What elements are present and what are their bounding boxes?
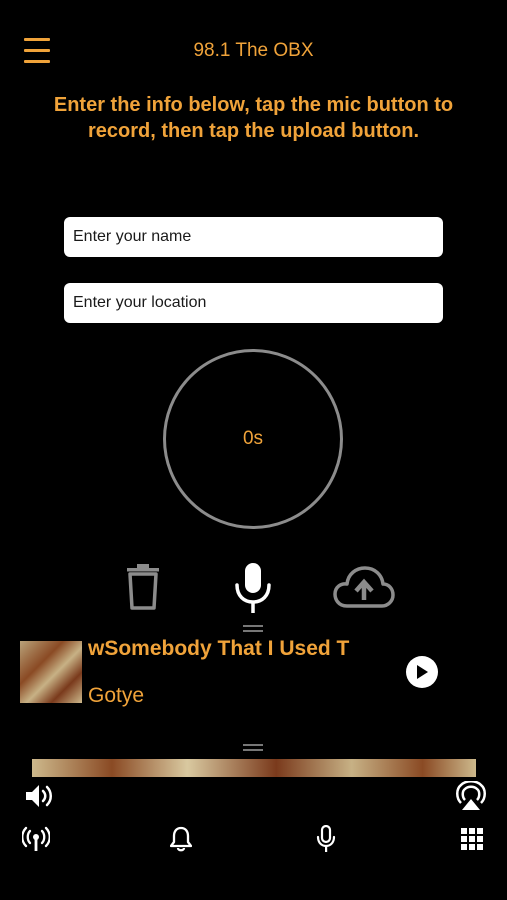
artwork-banner xyxy=(32,759,476,777)
instructions-text: Enter the info below, tap the mic button… xyxy=(53,94,454,142)
drag-handle[interactable] xyxy=(243,625,263,635)
song-title: wSomebody That I Used T xyxy=(88,637,350,660)
record-timer-circle: 0s xyxy=(163,349,343,529)
microphone-icon[interactable] xyxy=(234,563,272,613)
drag-handle[interactable] xyxy=(243,744,263,754)
bell-icon[interactable] xyxy=(170,826,192,852)
page-title: 98.1 The OBX xyxy=(193,40,314,61)
album-art xyxy=(20,641,82,703)
grid-icon[interactable] xyxy=(461,828,483,850)
cloud-upload-icon[interactable] xyxy=(333,566,395,608)
trash-icon[interactable] xyxy=(125,564,161,610)
radio-icon[interactable] xyxy=(22,825,50,853)
microphone-tab-icon[interactable] xyxy=(316,825,336,853)
play-icon[interactable] xyxy=(406,656,438,688)
artist-name: Gotye xyxy=(88,684,145,707)
timer-label: 0s xyxy=(242,428,264,449)
name-input[interactable] xyxy=(64,217,443,257)
location-input[interactable] xyxy=(64,283,443,323)
airplay-icon[interactable] xyxy=(455,781,487,811)
volume-icon[interactable] xyxy=(24,783,54,809)
